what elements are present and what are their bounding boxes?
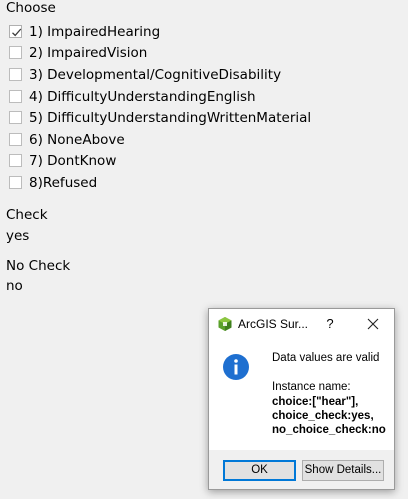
arcgis-survey123-icon xyxy=(218,317,232,331)
help-button[interactable]: ? xyxy=(323,314,337,334)
dialog-footer: OK Show Details... xyxy=(209,450,394,489)
option-label: 7) DontKnow xyxy=(29,152,117,169)
close-button[interactable] xyxy=(359,314,387,334)
option-item-7[interactable]: 7) DontKnow xyxy=(9,151,116,170)
question-title: Choose xyxy=(6,0,56,16)
checkbox[interactable] xyxy=(9,176,22,189)
close-icon xyxy=(367,318,379,330)
check-title: Check xyxy=(6,207,48,223)
option-item-2[interactable]: 2) ImpairedVision xyxy=(9,43,147,62)
option-label: 5) DifficultyUnderstandingWrittenMateria… xyxy=(29,109,312,126)
checkbox-checked[interactable] xyxy=(9,25,22,38)
check-value: yes xyxy=(6,228,30,244)
option-item-3[interactable]: 3) Developmental/CognitiveDisability xyxy=(9,65,281,84)
option-label: 1) ImpairedHearing xyxy=(29,23,161,40)
checkbox[interactable] xyxy=(9,154,22,167)
option-item-1[interactable]: 1) ImpairedHearing xyxy=(9,22,160,41)
no-check-title: No Check xyxy=(6,258,71,274)
option-item-4[interactable]: 4) DifficultyUnderstandingEnglish xyxy=(9,87,256,106)
option-item-5[interactable]: 5) DifficultyUnderstandingWrittenMateria… xyxy=(9,108,311,127)
no-check-value: no xyxy=(6,278,23,294)
option-label: 2) ImpairedVision xyxy=(29,44,148,61)
dialog-title: ArcGIS Sur... xyxy=(238,317,309,331)
dialog-message: Data values are valid xyxy=(272,352,380,364)
info-icon xyxy=(223,354,249,380)
instance-name-label: Instance name: xyxy=(272,381,351,393)
option-item-8[interactable]: 8)Refused xyxy=(9,173,97,192)
dialog-titlebar[interactable]: ArcGIS Sur... ? xyxy=(209,309,394,340)
validation-dialog: ArcGIS Sur... ? Data values are valid In… xyxy=(208,308,395,490)
instance-values: choice:["hear"], choice_check:yes, no_ch… xyxy=(272,396,386,436)
show-details-button[interactable]: Show Details... xyxy=(302,460,384,481)
option-label: 3) Developmental/CognitiveDisability xyxy=(29,66,282,83)
option-item-6[interactable]: 6) NoneAbove xyxy=(9,130,125,149)
ok-button[interactable]: OK xyxy=(223,460,296,481)
checkbox[interactable] xyxy=(9,68,22,81)
option-label: 4) DifficultyUnderstandingEnglish xyxy=(29,88,256,105)
checkbox[interactable] xyxy=(9,90,22,103)
checkbox[interactable] xyxy=(9,133,22,146)
checkbox[interactable] xyxy=(9,46,22,59)
checkmark-icon xyxy=(12,28,22,37)
checkbox[interactable] xyxy=(9,111,22,124)
option-label: 8)Refused xyxy=(29,174,98,191)
option-label: 6) NoneAbove xyxy=(29,131,125,148)
